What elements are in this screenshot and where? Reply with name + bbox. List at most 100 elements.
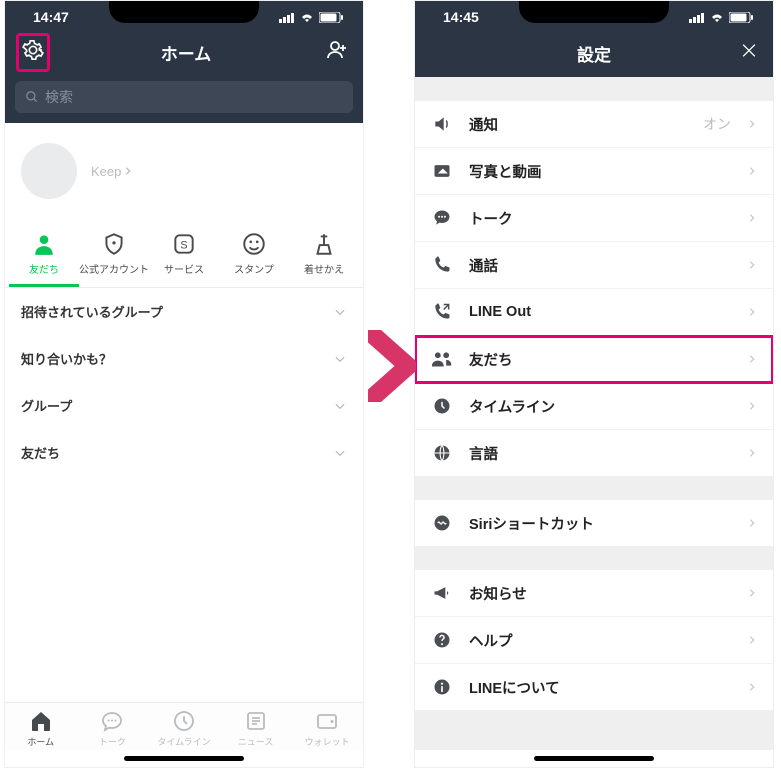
- chevron-down-icon: [333, 352, 347, 366]
- help-icon: [431, 629, 453, 651]
- status-time: 14:47: [33, 9, 69, 25]
- setting-label: LINE Out: [469, 304, 731, 320]
- chevron-right-icon: [747, 586, 757, 600]
- setting-row-clock[interactable]: タイムライン: [415, 383, 773, 430]
- settings-button[interactable]: [16, 33, 50, 72]
- bottom-tab-news[interactable]: ニュース: [220, 709, 292, 748]
- nav-bar-home: ホーム: [5, 29, 363, 75]
- notch: [519, 1, 669, 23]
- page-title: 設定: [577, 41, 611, 66]
- chevron-right-icon: [747, 164, 757, 178]
- profile-row[interactable]: Keep: [5, 123, 363, 225]
- setting-label: 写真と動画: [469, 161, 731, 182]
- globe-icon: [431, 442, 453, 464]
- chevron-right-icon: [747, 305, 757, 319]
- close-button[interactable]: [739, 41, 759, 66]
- brush-icon: [311, 231, 337, 257]
- add-friend-button[interactable]: [325, 38, 349, 67]
- section-groups[interactable]: グループ: [5, 382, 363, 429]
- page-title: ホーム: [161, 40, 212, 65]
- section-invited-groups[interactable]: 招待されているグループ: [5, 288, 363, 335]
- clock-icon: [172, 709, 196, 733]
- setting-label: タイムライン: [469, 396, 731, 417]
- tab-stamp[interactable]: スタンプ: [219, 225, 289, 287]
- setting-row-chat[interactable]: トーク: [415, 195, 773, 242]
- clock-icon: [431, 395, 453, 417]
- battery-icon: [729, 12, 753, 23]
- gear-icon: [22, 39, 44, 61]
- setting-row-phone[interactable]: 通話: [415, 242, 773, 289]
- service-icon: S: [171, 231, 197, 257]
- search-bar: 検索: [5, 75, 363, 123]
- chevron-right-icon: [747, 117, 757, 131]
- wallet-icon: [315, 709, 339, 733]
- home-screen: 14:47 ホーム 検索 Keep: [4, 0, 364, 768]
- bottom-tab-bar: ホーム トーク タイムライン ニュース ウォレット: [5, 702, 363, 750]
- status-icons: [279, 12, 343, 23]
- setting-row-friends[interactable]: 友だち: [415, 336, 773, 383]
- chevron-right-icon: [747, 633, 757, 647]
- chevron-down-icon: [333, 305, 347, 319]
- tab-service[interactable]: S サービス: [149, 225, 219, 287]
- tab-theme[interactable]: 着せかえ: [289, 225, 359, 287]
- setting-row-info[interactable]: LINEについて: [415, 664, 773, 710]
- setting-label: LINEについて: [469, 677, 731, 698]
- search-icon: [25, 90, 39, 104]
- chevron-right-icon: [123, 166, 133, 176]
- keep-link[interactable]: Keep: [91, 164, 133, 179]
- setting-row-megaphone[interactable]: お知らせ: [415, 570, 773, 617]
- section-maybe-know[interactable]: 知り合いかも？: [5, 335, 363, 382]
- status-time: 14:45: [443, 9, 479, 25]
- phone-icon: [431, 254, 453, 276]
- setting-row-photo[interactable]: 写真と動画: [415, 148, 773, 195]
- bottom-tab-timeline[interactable]: タイムライン: [148, 709, 220, 748]
- shield-icon: [101, 231, 127, 257]
- chevron-right-icon: [747, 399, 757, 413]
- search-input[interactable]: 検索: [15, 81, 353, 113]
- home-indicator: [534, 756, 654, 761]
- chevron-right-icon: [747, 258, 757, 272]
- setting-row-phone-out[interactable]: LINE Out: [415, 289, 773, 336]
- bottom-tab-talk[interactable]: トーク: [77, 709, 149, 748]
- setting-label: 友だち: [469, 349, 731, 370]
- settings-list[interactable]: 通知オン写真と動画トーク通話 LINE Out 友だちタイムライン言語 Siriショ…: [415, 77, 773, 750]
- setting-row-siri[interactable]: Siriショートカット: [415, 500, 773, 546]
- search-placeholder: 検索: [45, 87, 73, 107]
- battery-icon: [319, 12, 343, 23]
- chevron-right-icon: [747, 446, 757, 460]
- chevron-down-icon: [333, 446, 347, 460]
- chevron-right-icon: [747, 352, 757, 366]
- news-icon: [244, 709, 268, 733]
- chevron-right-icon: [747, 516, 757, 530]
- chevron-down-icon: [333, 399, 347, 413]
- bottom-tab-home[interactable]: ホーム: [5, 709, 77, 748]
- close-icon: [739, 41, 759, 61]
- setting-label: Siriショートカット: [469, 513, 731, 534]
- setting-row-globe[interactable]: 言語: [415, 430, 773, 476]
- setting-row-speaker[interactable]: 通知オン: [415, 101, 773, 148]
- bottom-tab-wallet[interactable]: ウォレット: [291, 709, 363, 748]
- smiley-icon: [241, 231, 267, 257]
- photo-icon: [431, 160, 453, 182]
- chat-icon: [100, 709, 124, 733]
- signal-icon: [279, 12, 295, 23]
- setting-label: 通話: [469, 255, 731, 276]
- friends-icon: [431, 348, 453, 370]
- avatar: [21, 143, 77, 199]
- tab-friends[interactable]: 友だち: [9, 225, 79, 287]
- siri-icon: [431, 512, 453, 534]
- setting-row-help[interactable]: ヘルプ: [415, 617, 773, 664]
- notch: [109, 1, 259, 23]
- section-friends[interactable]: 友だち: [5, 429, 363, 476]
- phone-out-icon: [431, 301, 453, 323]
- person-icon: [31, 231, 57, 257]
- setting-label: ヘルプ: [469, 630, 731, 651]
- chevron-right-icon: [747, 680, 757, 694]
- add-friend-icon: [325, 38, 349, 62]
- svg-text:S: S: [180, 239, 187, 251]
- chevron-right-icon: [747, 211, 757, 225]
- setting-label: トーク: [469, 208, 731, 229]
- setting-label: お知らせ: [469, 583, 731, 604]
- status-icons: [689, 12, 753, 23]
- tab-official[interactable]: 公式アカウント: [79, 225, 149, 287]
